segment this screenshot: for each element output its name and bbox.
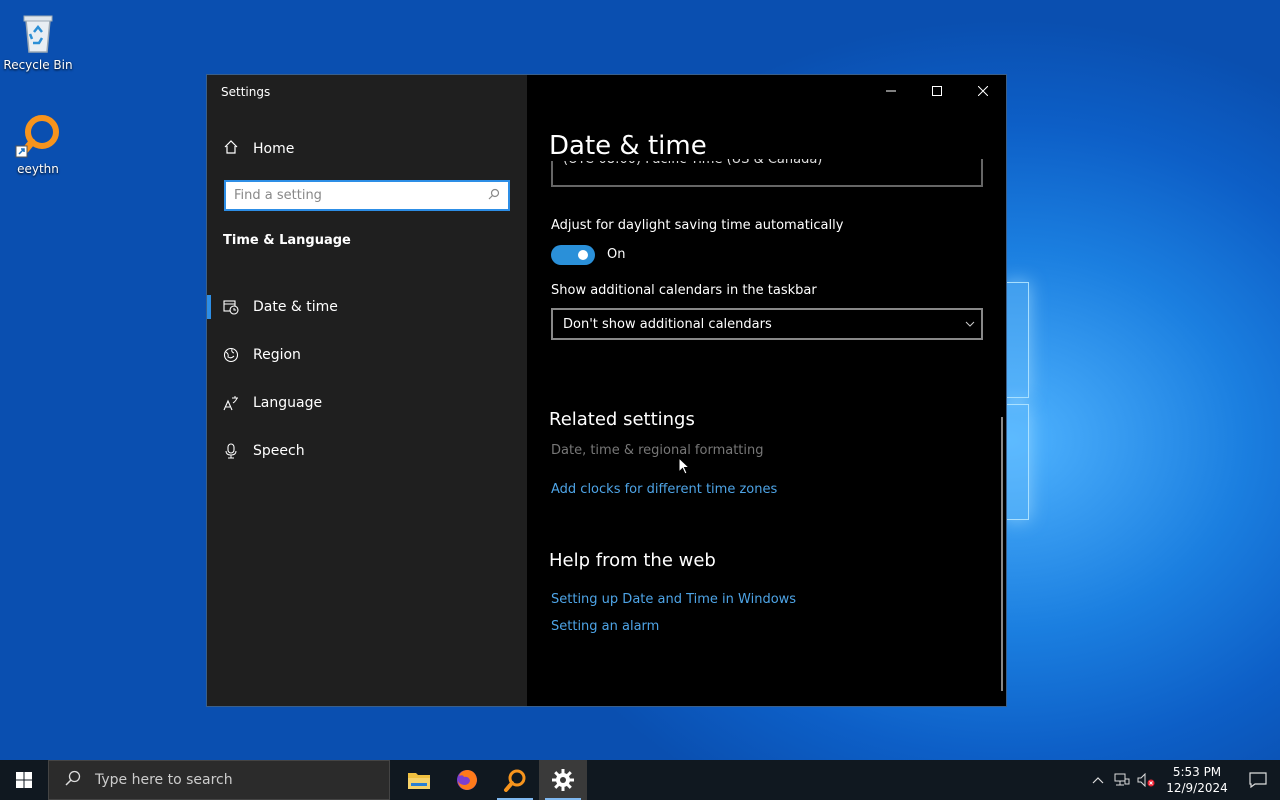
maximize-button[interactable] [914,75,960,107]
taskbar-app-eeythn[interactable] [491,760,539,800]
magnifier-app-icon [14,112,62,160]
start-button[interactable] [0,760,48,800]
clock-calendar-icon [223,299,239,315]
sidebar-item-label: Date & time [253,299,338,315]
calendars-label: Show additional calendars in the taskbar [551,283,817,298]
taskbar: Type here to search 5:53 PM 12/9/2024 [0,760,1280,800]
desktop-icon-eeythn[interactable]: eeythn [0,112,76,176]
sidebar-item-label: Region [253,347,301,363]
clock-date: 12/9/2024 [1166,781,1228,795]
settings-window: Settings Home Time & Language Date & tim… [206,74,1007,707]
scrollbar[interactable] [1001,417,1003,691]
firefox-icon [457,770,477,790]
sidebar-item-speech[interactable]: Speech [207,427,527,475]
sidebar-item-home[interactable]: Home [223,139,294,159]
sidebar-item-language[interactable]: Language [207,379,527,427]
desktop-icon-label: Recycle Bin [3,58,73,72]
volume-muted-icon[interactable] [1134,760,1158,800]
link-add-clocks[interactable]: Add clocks for different time zones [551,482,777,497]
help-heading: Help from the web [549,550,716,571]
sidebar-section-title: Time & Language [223,233,351,248]
network-icon[interactable] [1110,760,1134,800]
close-button[interactable] [960,75,1006,107]
taskbar-app-firefox[interactable] [443,760,491,800]
desktop-icon-label: eeythn [17,162,59,176]
microphone-icon [223,443,239,459]
calendars-value: Don't show additional calendars [563,316,772,332]
taskbar-apps [395,760,587,800]
search-icon[interactable] [480,188,508,203]
language-icon [223,395,239,411]
minimize-button[interactable] [868,75,914,107]
taskbar-search-placeholder: Type here to search [95,772,233,788]
link-setting-up-date-time[interactable]: Setting up Date and Time in Windows [551,592,796,607]
calendars-dropdown[interactable]: Don't show additional calendars [551,308,983,340]
sidebar-item-label: Language [253,395,323,411]
dst-label: Adjust for daylight saving time automati… [551,218,844,233]
search-input[interactable] [226,187,480,204]
settings-sidebar: Settings Home Time & Language Date & tim… [207,75,527,706]
globe-icon [223,347,239,363]
sidebar-item-label: Speech [253,443,305,459]
sidebar-item-label: Home [253,141,295,157]
taskbar-search-box[interactable]: Type here to search [48,760,390,800]
settings-main: (UTC-08:00) Pacific Time (US & Canada) D… [527,75,1006,706]
clock-time: 5:53 PM [1172,765,1222,779]
sidebar-item-region[interactable]: Region [207,331,527,379]
system-tray: 5:53 PM 12/9/2024 [1086,760,1280,800]
dst-toggle-state: On [607,247,626,262]
windows-logo-icon [16,772,32,788]
desktop-icon-recycle-bin[interactable]: Recycle Bin [0,8,76,72]
notification-icon[interactable] [1236,772,1280,788]
magnifier-app-icon [504,769,526,792]
chevron-up-icon[interactable] [1086,760,1110,800]
taskbar-app-file-explorer[interactable] [395,760,443,800]
recycle-bin-icon [14,8,62,56]
wallpaper-logo [1005,282,1029,522]
taskbar-clock[interactable]: 5:53 PM 12/9/2024 [1158,764,1236,796]
taskbar-app-settings[interactable] [539,760,587,800]
find-setting-search[interactable] [224,180,510,211]
mouse-cursor-icon [678,456,691,479]
chevron-down-icon [965,319,981,330]
link-date-time-regional-formatting[interactable]: Date, time & regional formatting [551,443,764,458]
settings-gear-icon [552,769,574,791]
search-icon [65,770,81,790]
link-setting-alarm[interactable]: Setting an alarm [551,619,659,634]
related-settings-heading: Related settings [549,409,695,430]
dst-toggle[interactable] [551,245,595,265]
file-explorer-icon [408,773,430,789]
home-icon [223,139,239,159]
caption-buttons [868,75,1006,107]
window-title: Settings [221,85,271,99]
sidebar-item-date-time[interactable]: Date & time [207,283,527,331]
page-title: Date & time [549,131,727,161]
sidebar-nav: Date & time Region Language Speech [207,283,527,475]
timezone-dropdown[interactable]: (UTC-08:00) Pacific Time (US & Canada) [551,159,983,187]
